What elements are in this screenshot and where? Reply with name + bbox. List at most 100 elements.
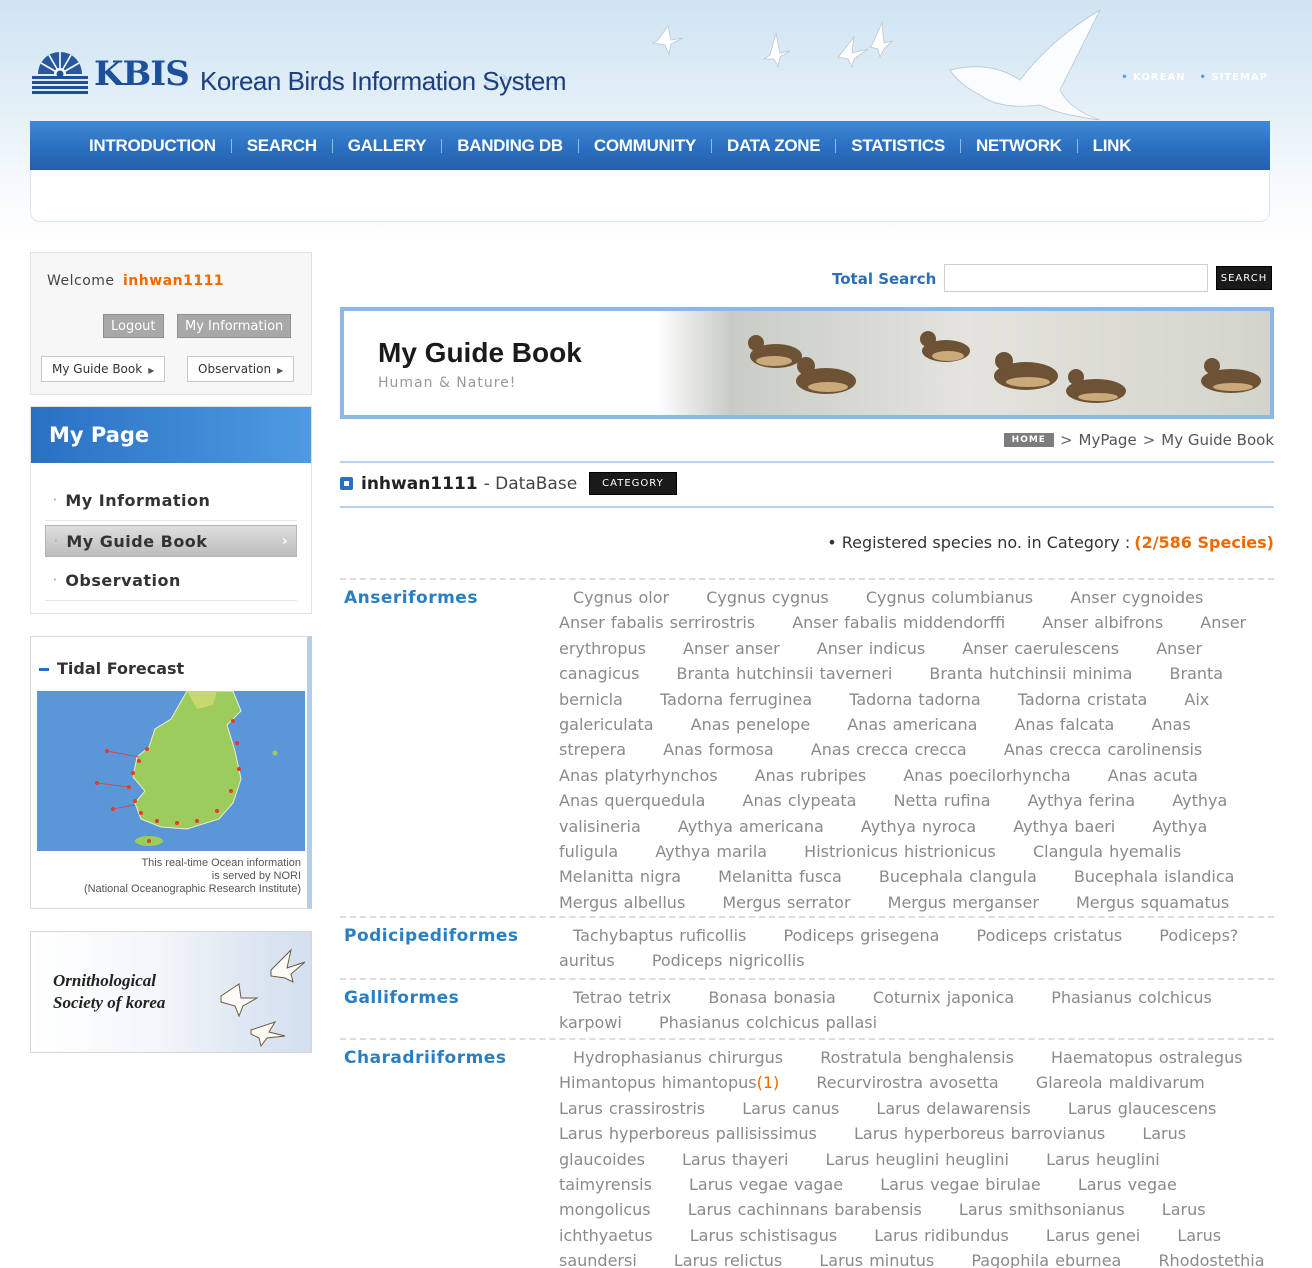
species-link[interactable]: Larus vegae vagae [689, 1175, 843, 1194]
species-link[interactable]: Anas platyrhynchos [559, 766, 718, 785]
observation-button[interactable]: Observation ▶ [187, 356, 295, 382]
species-link[interactable]: Recurvirostra avosetta [816, 1073, 998, 1092]
species-link[interactable]: Larus relictus [674, 1251, 782, 1268]
ornithological-society-banner[interactable]: Ornithological Society of korea [30, 931, 312, 1053]
order-name[interactable]: Podicipediformes [344, 926, 519, 946]
species-link[interactable]: Larus ridibundus [874, 1226, 1009, 1245]
species-link[interactable]: Larus glaucescens [1068, 1099, 1217, 1118]
species-link[interactable]: Cygnus columbianus [866, 588, 1033, 607]
species-link[interactable]: Larus smithsonianus [959, 1200, 1125, 1219]
species-link[interactable]: Anas americana [847, 715, 977, 734]
species-link[interactable]: Larus heuglini heuglini [826, 1150, 1009, 1169]
species-link[interactable]: Aythya ferina [1028, 791, 1136, 810]
my-guide-book-button[interactable]: My Guide Book ▶ [41, 356, 166, 382]
species-link[interactable]: Anas poecilorhyncha [903, 766, 1070, 785]
species-link[interactable]: Aythya baeri [1013, 817, 1115, 836]
species-link[interactable]: Anas querquedula [559, 791, 705, 810]
species-link[interactable]: Anser anser [683, 639, 780, 658]
order-name[interactable]: Anseriformes [344, 588, 478, 608]
species-link[interactable]: Tachybaptus ruficollis [573, 926, 746, 945]
nav-gallery[interactable]: GALLERY [333, 136, 442, 156]
species-link[interactable]: Haematopus ostralegus [1051, 1048, 1243, 1067]
my-information-button[interactable]: My Information [177, 314, 292, 338]
species-link[interactable]: Larus delawarensis [876, 1099, 1030, 1118]
species-link[interactable]: Bonasa bonasia [708, 988, 835, 1007]
species-link[interactable]: Hydrophasianus chirurgus [573, 1048, 783, 1067]
species-link[interactable]: Histrionicus histrionicus [804, 842, 996, 861]
species-link[interactable]: Larus crassirostris [559, 1099, 705, 1118]
species-link[interactable]: Larus minutus [819, 1251, 934, 1268]
species-link[interactable]: Anser fabalis middendorffi [792, 613, 1005, 632]
order-name[interactable]: Charadriiformes [344, 1048, 506, 1068]
species-link[interactable]: Anas formosa [663, 740, 774, 759]
nav-statistics[interactable]: STATISTICS [836, 136, 960, 156]
species-link[interactable]: Cygnus cygnus [706, 588, 829, 607]
species-link[interactable]: Tadorna cristata [1018, 690, 1148, 709]
species-link[interactable]: Branta hutchinsii minima [929, 664, 1132, 683]
menu-item-observation[interactable]: · Observation [45, 561, 297, 601]
species-link[interactable]: Larus cachinnans barabensis [688, 1200, 922, 1219]
korean-link[interactable]: KOREAN [1121, 72, 1185, 83]
species-link[interactable]: Mergus squamatus [1076, 893, 1229, 912]
nav-data-zone[interactable]: DATA ZONE [712, 136, 835, 156]
species-link[interactable]: Rostratula benghalensis [820, 1048, 1014, 1067]
species-link[interactable]: Aythya americana [678, 817, 824, 836]
species-link[interactable]: Melanitta nigra [559, 867, 681, 886]
species-link[interactable]: Podiceps grisegena [783, 926, 939, 945]
species-link[interactable]: Coturnix japonica [873, 988, 1014, 1007]
species-link[interactable]: Anas penelope [691, 715, 811, 734]
nav-community[interactable]: COMMUNITY [579, 136, 711, 156]
tidal-forecast-map[interactable] [37, 691, 305, 851]
species-link[interactable]: Cygnus olor [573, 588, 669, 607]
species-link[interactable]: Phasianus colchicus pallasi [659, 1013, 877, 1032]
species-link[interactable]: Glareola maldivarum [1036, 1073, 1205, 1092]
species-link[interactable]: Anser caerulescens [962, 639, 1119, 658]
species-link[interactable]: Tadorna ferruginea [660, 690, 812, 709]
species-link[interactable]: Tadorna tadorna [849, 690, 980, 709]
species-link[interactable]: Anas falcata [1014, 715, 1114, 734]
species-link[interactable]: Larus thayeri [682, 1150, 788, 1169]
menu-item-my-information[interactable]: · My Information [45, 481, 297, 521]
nav-network[interactable]: NETWORK [961, 136, 1077, 156]
species-link[interactable]: Larus canus [742, 1099, 839, 1118]
nav-search[interactable]: SEARCH [232, 136, 332, 156]
species-link[interactable]: Larus hyperboreus pallisissimus [559, 1124, 817, 1143]
species-link[interactable]: Larus hyperboreus barrovianus [854, 1124, 1105, 1143]
species-link[interactable]: Aythya nyroca [861, 817, 976, 836]
species-link[interactable]: Podiceps nigricollis [652, 951, 805, 970]
nav-introduction[interactable]: INTRODUCTION [74, 136, 231, 156]
species-link[interactable]: Himantopus himantopus(1) [559, 1073, 779, 1092]
menu-item-my-guide-book[interactable]: · My Guide Book › [45, 525, 297, 557]
species-link[interactable]: Mergus albellus [559, 893, 685, 912]
order-name[interactable]: Galliformes [344, 988, 459, 1008]
species-link[interactable]: Netta rufina [894, 791, 991, 810]
breadcrumb-home-button[interactable]: HOME [1003, 433, 1054, 447]
species-link[interactable]: Anas crecca crecca [811, 740, 967, 759]
species-link[interactable]: Anser albifrons [1042, 613, 1163, 632]
sitemap-link[interactable]: SITEMAP [1200, 72, 1268, 83]
species-link[interactable]: Anser indicus [817, 639, 925, 658]
nav-banding-db[interactable]: BANDING DB [442, 136, 578, 156]
search-button[interactable]: SEARCH [1216, 266, 1272, 290]
species-link[interactable]: Anas clypeata [743, 791, 857, 810]
species-link[interactable]: Aythya marila [655, 842, 767, 861]
species-link[interactable]: Branta hutchinsii taverneri [677, 664, 893, 683]
nav-link[interactable]: LINK [1078, 136, 1146, 156]
species-link[interactable]: Bucephala clangula [879, 867, 1037, 886]
species-link[interactable]: Mergus serrator [722, 893, 850, 912]
species-link[interactable]: Melanitta fusca [718, 867, 842, 886]
species-link[interactable]: Clangula hyemalis [1033, 842, 1181, 861]
species-link[interactable]: Pagophila eburnea [971, 1251, 1121, 1268]
species-link[interactable]: Mergus merganser [888, 893, 1039, 912]
species-link[interactable]: Podiceps cristatus [977, 926, 1123, 945]
species-link[interactable]: Larus vegae birulae [880, 1175, 1040, 1194]
total-search-input[interactable] [944, 264, 1208, 292]
species-link[interactable]: Larus schistisagus [690, 1226, 837, 1245]
species-link[interactable]: Anser fabalis serrirostris [559, 613, 755, 632]
species-link[interactable]: Larus genei [1046, 1226, 1140, 1245]
species-link[interactable]: Bucephala islandica [1074, 867, 1235, 886]
logout-button[interactable]: Logout [103, 314, 164, 338]
species-link[interactable]: Anser cygnoides [1070, 588, 1203, 607]
category-button[interactable]: CATEGORY [589, 472, 677, 495]
breadcrumb-mypage[interactable]: MyPage [1079, 431, 1137, 449]
